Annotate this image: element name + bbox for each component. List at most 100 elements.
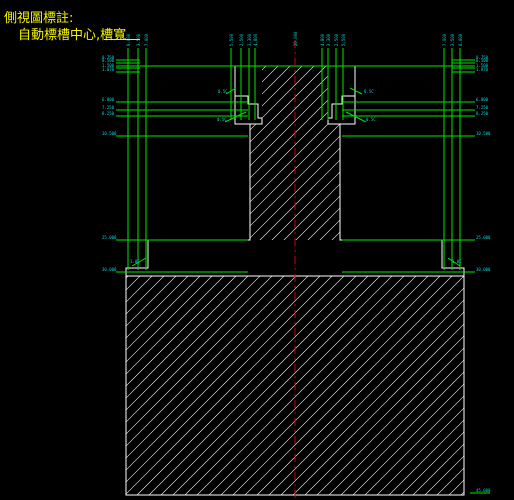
hatch-line xyxy=(126,66,213,495)
hatch-line xyxy=(0,0,56,500)
hatch-line xyxy=(126,66,453,495)
hatch-line xyxy=(126,66,464,495)
hatch-line xyxy=(126,66,141,495)
dimension-label: 3.300 xyxy=(326,33,331,46)
dimension-label: 30.000 xyxy=(102,267,117,272)
hatch-line xyxy=(126,66,441,495)
hatch-line xyxy=(0,0,104,500)
dimension-label: 8.250 xyxy=(476,111,489,116)
annotation-subtitle: 自動標槽中心,槽寬 xyxy=(18,28,127,43)
hatch-line xyxy=(126,66,464,495)
hatch-line xyxy=(143,66,464,495)
dimension-label: 7.000 xyxy=(442,33,447,46)
hatch-line xyxy=(126,66,189,495)
hatch-line xyxy=(126,66,369,495)
dimension-label: 20.000 xyxy=(293,31,298,46)
hatch-line xyxy=(126,66,201,495)
hatch-line xyxy=(0,0,92,500)
dimension-label: 4.800 xyxy=(320,33,325,46)
dimension-label: 2.500 xyxy=(239,33,244,46)
dimension-label: 1.0C xyxy=(452,259,462,264)
hatch-line xyxy=(126,66,129,495)
hatch-line xyxy=(126,66,345,495)
hatch-line xyxy=(126,66,225,495)
hatch-line xyxy=(395,66,464,495)
dimension-label: 4.800 xyxy=(253,33,258,46)
hatch-line xyxy=(126,66,381,495)
hatch-line xyxy=(0,0,32,500)
hatch-line xyxy=(126,66,393,495)
dimension-label: 6.000 xyxy=(476,97,489,102)
hatch-line xyxy=(504,0,514,500)
hatch-line xyxy=(0,0,116,500)
hatch-line xyxy=(126,66,333,495)
dimension-label: 7.250 xyxy=(476,105,489,110)
hatch-line xyxy=(299,66,464,495)
dimension-label: 25.000 xyxy=(102,235,117,240)
dimension-label: 3.500 xyxy=(450,33,455,46)
hatch-line xyxy=(126,66,177,495)
hatch-line xyxy=(126,66,464,495)
subtitle-underline xyxy=(104,39,140,40)
hatch-line xyxy=(227,66,464,495)
hatch-line xyxy=(126,66,309,495)
dimension-label: 1.0C xyxy=(130,259,140,264)
dimension-label: 8.250 xyxy=(102,111,115,116)
hatch-line xyxy=(275,66,464,495)
dimension-label: 25.000 xyxy=(476,235,491,240)
dimension-label: 30.000 xyxy=(476,267,491,272)
dimension-label: 10.500 xyxy=(476,131,491,136)
hatch-line xyxy=(126,66,165,495)
hatch-line xyxy=(347,66,464,495)
dimension-label: 0.5C xyxy=(364,89,374,94)
dimension-label: 1.870 xyxy=(476,67,489,72)
dimension-label: 1.870 xyxy=(102,67,115,72)
hatch-line xyxy=(0,0,20,500)
hatch-line xyxy=(311,66,464,495)
dimension-label: 45.000 xyxy=(476,488,491,493)
hatch-line xyxy=(126,66,321,495)
dimension-label: 2.500 xyxy=(334,33,339,46)
hatch-line xyxy=(167,66,464,495)
dimension-label: 0.5C xyxy=(218,89,228,94)
dimension-label: 0.5C xyxy=(366,117,376,122)
hatch-line xyxy=(126,66,237,495)
hatch-line xyxy=(126,66,464,495)
hatch-line xyxy=(0,0,44,500)
hatch-line xyxy=(0,0,80,500)
hatch-line xyxy=(371,66,464,495)
hatch-line xyxy=(383,66,464,495)
hatch-line xyxy=(323,66,464,495)
hatch-line xyxy=(191,66,464,495)
hatch-line xyxy=(126,66,464,495)
hatch-line xyxy=(0,0,68,500)
hatch-line xyxy=(455,66,464,495)
cad-drawing: 8.0003.5007.0005.5002.5003.3004.80020.00… xyxy=(0,0,514,500)
hatch-line xyxy=(0,0,8,500)
hatch-line xyxy=(126,66,153,495)
hatch-line xyxy=(126,66,429,495)
hatch-line xyxy=(126,66,417,495)
hatch-line xyxy=(468,0,514,500)
dimension-label: 5.500 xyxy=(341,33,346,46)
chamfer-leaders xyxy=(131,87,461,267)
dimension-label: 0.5C xyxy=(217,117,227,122)
section-hatching xyxy=(0,0,514,500)
hatch-line xyxy=(359,66,464,495)
hatch-line xyxy=(215,66,464,495)
hatch-line xyxy=(263,66,464,495)
dimension-label: 3.300 xyxy=(247,33,252,46)
dimension-label: 10.500 xyxy=(102,131,117,136)
hatch-line xyxy=(126,66,464,495)
hatch-line xyxy=(419,66,464,495)
dimension-label: 8.000 xyxy=(458,33,463,46)
dimension-label: 7.000 xyxy=(144,33,149,46)
hatch-line xyxy=(203,66,464,495)
hatch-line xyxy=(407,66,464,495)
hatch-line xyxy=(480,0,514,500)
hatch-line xyxy=(126,66,249,495)
dimension-label: 7.250 xyxy=(102,105,115,110)
dimension-label: 6.000 xyxy=(102,97,115,102)
hatch-line xyxy=(131,66,464,495)
hatch-line xyxy=(492,0,514,500)
